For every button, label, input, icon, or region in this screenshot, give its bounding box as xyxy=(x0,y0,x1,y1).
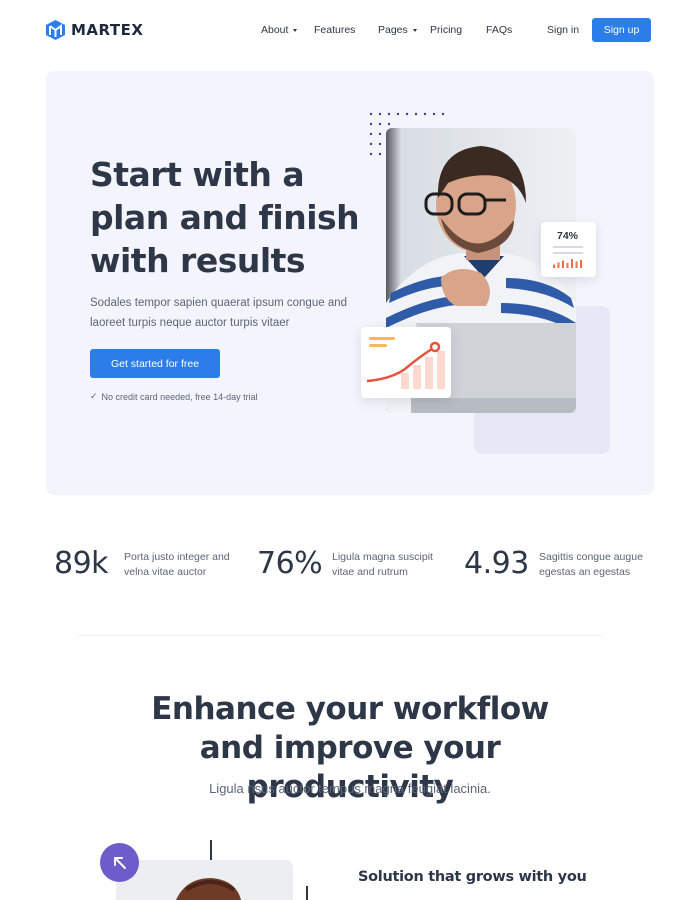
stat-description: Ligula magna suscipit vitae and rutrum xyxy=(332,551,433,578)
checkmark-icon: ✓ xyxy=(90,391,98,401)
nav-item-label: Pages xyxy=(378,24,408,36)
nav-item-about[interactable]: About xyxy=(261,24,298,36)
growth-chart-icon xyxy=(366,337,445,389)
nav-item-label: Features xyxy=(314,24,356,36)
chevron-down-icon xyxy=(412,28,417,32)
trial-note: ✓ No credit card needed, free 14-day tri… xyxy=(90,391,258,402)
stat-description: Sagittis congue augue egestas an egestas xyxy=(539,551,643,578)
section-divider xyxy=(78,635,602,636)
nav-item-faqs[interactable]: FAQs xyxy=(486,24,512,36)
sign-up-button[interactable]: Sign up xyxy=(592,18,651,42)
hero-title: Start with a plan and finish with result… xyxy=(90,155,360,280)
mini-bar xyxy=(557,262,560,268)
brand-logo[interactable]: MARTEX xyxy=(46,20,143,40)
feature-title: Solution that grows with you xyxy=(358,869,587,885)
nav-item-label: Pricing xyxy=(430,24,463,36)
mini-bar xyxy=(566,263,569,268)
stat-value: 76% xyxy=(257,546,323,581)
top-navigation: MARTEX About Features Pages Pricing FAQs… xyxy=(0,0,700,62)
sign-in-link[interactable]: Sign in xyxy=(547,24,579,36)
mini-bar xyxy=(575,261,578,268)
nav-item-pages[interactable]: Pages xyxy=(378,24,417,36)
mini-bar xyxy=(553,264,555,268)
stat-description: Porta justo integer and velna vitae auct… xyxy=(124,551,230,578)
stat-value: 4.93 xyxy=(464,546,529,581)
arrow-up-left-button[interactable] xyxy=(100,843,139,882)
decorative-line xyxy=(210,840,212,860)
brand-name: MARTEX xyxy=(71,21,144,39)
growth-chart-card xyxy=(361,327,451,398)
section-subtitle: Ligula risus auctor tempus magna feugiat… xyxy=(209,781,491,796)
nav-item-label: About xyxy=(261,24,289,36)
mini-bar xyxy=(571,259,573,268)
stat-value: 89k xyxy=(54,546,109,581)
chevron-down-icon xyxy=(293,28,298,32)
mini-bar xyxy=(562,260,564,268)
hero-description: Sodales tempor sapien quaerat ipsum cong… xyxy=(90,297,348,329)
mini-bar xyxy=(580,260,582,268)
get-started-button[interactable]: Get started for free xyxy=(90,349,220,378)
nav-item-label: FAQs xyxy=(486,24,513,36)
nav-item-pricing[interactable]: Pricing xyxy=(430,24,462,36)
trial-note-text: No credit card needed, free 14-day trial xyxy=(101,391,258,402)
logo-icon xyxy=(46,20,65,40)
stats-card: 74% xyxy=(541,222,596,277)
decorative-line xyxy=(306,886,308,900)
feature-image xyxy=(116,860,293,900)
nav-item-features[interactable]: Features xyxy=(314,24,355,36)
arrow-up-left-icon xyxy=(113,856,126,869)
mini-bar-chart xyxy=(553,246,583,268)
